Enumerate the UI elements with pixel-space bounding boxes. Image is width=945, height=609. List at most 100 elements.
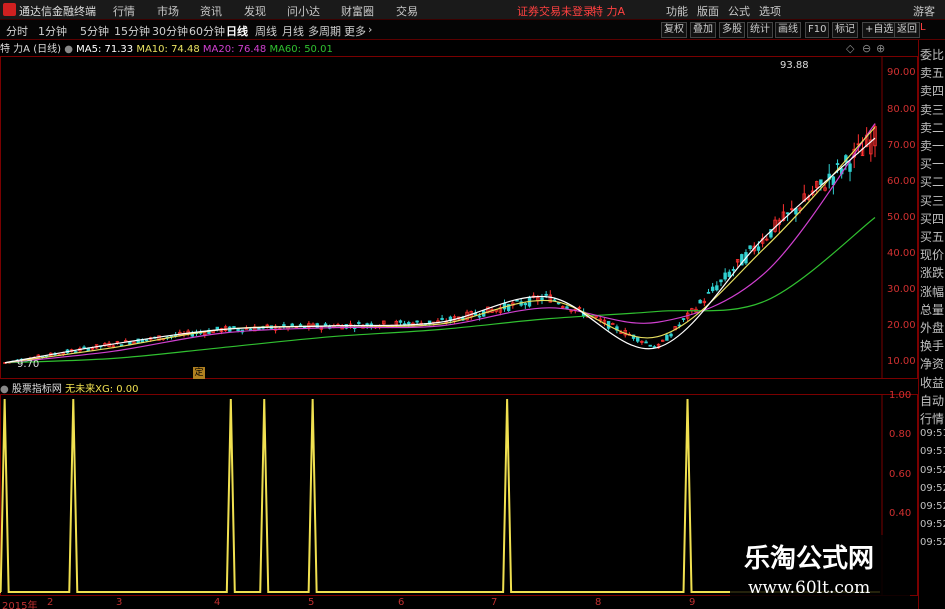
chart-title: 特 力A (日线) [0,44,62,55]
sidebar-item: 换手 [920,339,945,354]
candlestick [540,294,544,305]
candlestick [398,319,403,325]
ma20-label: MA20: 76.48 [202,44,267,55]
tab-more[interactable]: 更多 [344,23,366,39]
candlestick [223,324,228,332]
sidebar-item: 卖三 [920,102,945,117]
candlestick [723,268,727,282]
candlestick [648,344,652,347]
sidebar-item: 行情 [920,412,945,426]
tab-60min[interactable]: 60分钟 [189,23,225,39]
sidebar-item: 09:51 [920,428,945,440]
candlestick [382,320,386,326]
overlay-button[interactable]: 叠加 [690,22,716,38]
app-logo-icon [3,3,16,16]
tab-weekly[interactable]: 周线 [255,23,277,39]
menu-formula[interactable]: 公式 [728,3,750,19]
main-chart-info: 特 力A (日线) ● MA5: 71.33 MA10: 74.48 MA20:… [0,40,333,56]
x-tick-label: 7 [491,597,498,608]
event-marker[interactable]: 定 [193,367,205,379]
tab-timeshare[interactable]: 分时 [6,23,28,39]
back-button[interactable]: 返回 [894,22,920,38]
price-tick-label: 70.00 [887,140,916,151]
sidebar-item: 总量 [920,302,945,317]
tab-1min[interactable]: 1分钟 [38,23,67,39]
candlestick [319,326,324,333]
tab-5min[interactable]: 5分钟 [80,23,109,39]
candlestick [611,322,615,325]
zoom-in-icon[interactable]: ⊕ [876,42,885,55]
candlestick [827,164,831,189]
menu-layout[interactable]: 版面 [697,3,719,19]
menu-wealth-circle[interactable]: 财富圈 [341,3,374,19]
candlestick [652,345,657,349]
zoom-out-icon[interactable]: ⊖ [862,42,871,55]
price-tick-label: 40.00 [887,248,916,259]
app-name: 通达信金融终端 [19,5,96,18]
ma-line-ma10 [4,126,876,364]
guest-label[interactable]: 游客 [913,3,935,19]
menu-function[interactable]: 功能 [666,3,688,19]
candlestick [702,298,707,307]
x-tick-label: 3 [116,597,123,608]
login-status[interactable]: 证券交易未登录 [517,3,594,19]
menu-market[interactable]: 市场 [157,3,179,19]
tab-daily[interactable]: 日线 [226,23,248,39]
price-chart-panel [0,56,918,379]
price-tick-label: 20.00 [887,320,916,331]
f10-button[interactable]: F10 [805,22,830,38]
sidebar-item: 买四 [920,211,945,226]
candlestick [327,324,332,330]
menu-trade[interactable]: 交易 [396,3,418,19]
menu-news[interactable]: 资讯 [200,3,222,19]
candlestick [765,236,769,242]
title-bar [0,0,945,20]
more-arrow-icon[interactable]: › [368,23,372,36]
watermark-url: www.60lt.com [748,578,871,598]
sidebar-item: 09:52 [920,519,945,531]
statistics-button[interactable]: 统计 [747,22,773,38]
price-tick-label: 90.00 [887,67,916,78]
candlestick [669,332,673,338]
menu-options[interactable]: 选项 [759,3,781,19]
ma-line-ma20 [4,123,876,364]
tab-monthly[interactable]: 月线 [282,23,304,39]
watermark-title: 乐淘公式网 [744,544,875,574]
sidebar-item: 买二 [920,175,945,190]
mark-button[interactable]: 标记 [832,22,858,38]
ma60-label: MA60: 50.01 [269,44,333,55]
add-watchlist-button[interactable]: +自选 [862,22,897,38]
sidebar-item: 卖四 [920,84,945,99]
tab-30min[interactable]: 30分钟 [152,23,188,39]
draw-line-button[interactable]: 画线 [775,22,801,38]
settings-dot-icon[interactable]: ● [64,44,73,55]
indicator-info: ● 股票指标网 无未来XG: 0.00 [0,380,139,395]
x-tick-label: 6 [398,597,405,608]
candlestick [710,282,715,293]
sidebar-item: 卖五 [920,66,945,81]
candlestick [240,329,244,335]
x-tick-label: 2 [47,597,54,608]
sidebar-item: 09:51 [920,446,945,458]
candlestick [602,317,607,327]
candlestick [661,339,665,342]
sidebar-item: 现价 [920,248,945,263]
sidebar-item: 涨幅 [920,284,945,299]
ma10-label: MA10: 74.48 [136,44,200,55]
x-tick-label: 4 [214,597,221,608]
menu-quotes[interactable]: 行情 [113,3,135,19]
candlestick [440,314,444,321]
menu-discover[interactable]: 发现 [244,3,266,19]
diamond-icon[interactable]: ◇ [846,42,854,55]
candlestick [848,160,852,182]
candlestick [498,304,503,316]
candlestick [523,302,528,309]
menu-ask-xiaoda[interactable]: 问小达 [287,3,320,19]
price-tick-label: 60.00 [887,176,916,187]
sidebar-item: 净资 [920,357,945,372]
multi-stock-button[interactable]: 多股 [719,22,745,38]
tab-15min[interactable]: 15分钟 [114,23,150,39]
candlestick [706,288,711,294]
restore-rights-button[interactable]: 复权 [661,22,687,38]
tab-multi-period[interactable]: 多周期 [308,23,341,39]
